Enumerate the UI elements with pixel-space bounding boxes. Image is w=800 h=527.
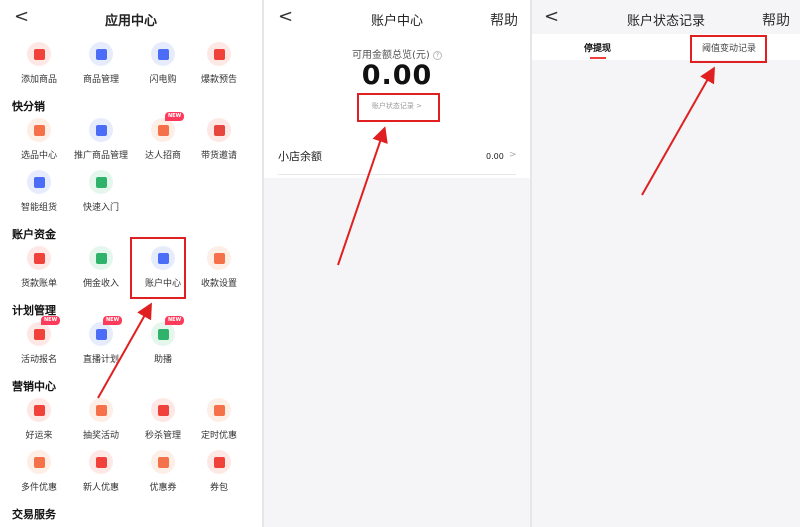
arrow-to-account-center [97,302,152,399]
arrow-to-threshold-tab [641,66,715,196]
arrow-to-status-link [337,126,388,266]
annotation-arrows [97,66,715,399]
